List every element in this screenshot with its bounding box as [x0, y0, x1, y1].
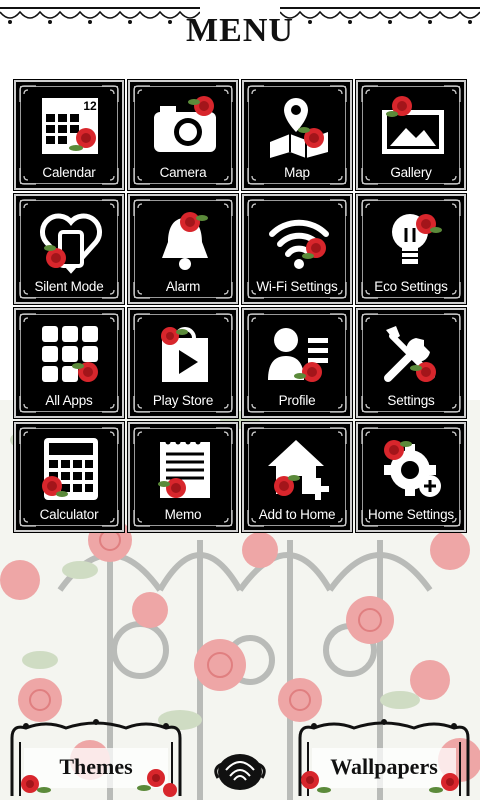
tile-map[interactable]: Map	[241, 79, 353, 191]
corner-ornament	[247, 427, 264, 444]
calendar-day-number: 12	[83, 99, 97, 113]
tile-label: Gallery	[390, 165, 432, 180]
tile-label: Calendar	[42, 165, 96, 180]
page-title: MENU	[186, 12, 294, 49]
tile-profile[interactable]: Profile	[241, 307, 353, 419]
tile-label: Add to Home	[258, 507, 336, 522]
tile-gallery[interactable]: Gallery	[355, 79, 467, 191]
tile-label: Play Store	[152, 393, 214, 408]
tile-camera[interactable]: Camera	[127, 79, 239, 191]
memo-icon	[158, 439, 210, 498]
tile-label: Home Settings	[368, 507, 454, 522]
tile-alarm[interactable]: Alarm	[127, 193, 239, 305]
wallpapers-label: Wallpapers	[330, 754, 438, 779]
map-pin-icon	[270, 98, 328, 158]
tile-label: Alarm	[165, 279, 201, 294]
corner-ornament	[247, 85, 264, 102]
camera-icon	[154, 96, 216, 152]
tile-label: Camera	[159, 165, 207, 180]
tile-label: All Apps	[45, 393, 93, 408]
home-settings-icon	[384, 440, 441, 497]
tile-play-store[interactable]: Play Store	[127, 307, 239, 419]
rose-logo-icon[interactable]	[212, 748, 268, 792]
corner-ornament	[19, 85, 36, 102]
tile-label: Profile	[278, 393, 316, 408]
calendar-icon: 12	[42, 98, 98, 154]
tile-home-settings[interactable]: Home Settings	[355, 421, 467, 533]
corner-ornament	[133, 427, 150, 444]
tile-calendar[interactable]: 12 Calendar	[13, 79, 125, 191]
apps-grid-icon	[42, 326, 98, 382]
profile-icon	[268, 328, 328, 382]
lightbulb-icon	[392, 214, 442, 264]
tile-settings[interactable]: Settings	[355, 307, 467, 419]
tile-silent-mode[interactable]: Silent Mode	[13, 193, 125, 305]
play-store-icon	[161, 327, 208, 382]
corner-ornament	[133, 199, 150, 216]
corner-ornament	[133, 85, 150, 102]
header: MENU	[0, 0, 480, 62]
menu-grid: 12 Calendar Camera Map Gallery Silent Mo…	[13, 79, 467, 533]
themes-label: Themes	[59, 754, 133, 779]
corner-ornament	[19, 427, 36, 444]
tile-label: Memo	[164, 507, 202, 522]
corner-ornament	[361, 199, 378, 216]
calculator-icon	[42, 438, 98, 500]
tools-icon	[384, 326, 436, 382]
tile-label: Wi-Fi Settings	[256, 279, 338, 294]
corner-ornament	[247, 313, 264, 330]
corner-ornament	[361, 427, 378, 444]
themes-button[interactable]: Themes	[6, 718, 186, 798]
corner-ornament	[133, 313, 150, 330]
tile-label: Eco Settings	[374, 279, 448, 294]
tile-label: Settings	[387, 393, 435, 408]
tile-label: Silent Mode	[34, 279, 104, 294]
tile-label: Map	[284, 165, 310, 180]
tile-eco-settings[interactable]: Eco Settings	[355, 193, 467, 305]
wallpapers-button[interactable]: Wallpapers	[294, 718, 474, 798]
bell-icon	[162, 212, 208, 270]
tile-add-to-home[interactable]: Add to Home	[241, 421, 353, 533]
add-home-icon	[268, 440, 329, 500]
corner-ornament	[19, 313, 36, 330]
tile-memo[interactable]: Memo	[127, 421, 239, 533]
tile-wifi-settings[interactable]: Wi-Fi Settings	[241, 193, 353, 305]
tile-all-apps[interactable]: All Apps	[13, 307, 125, 419]
wifi-icon	[269, 219, 329, 269]
corner-ornament	[247, 199, 264, 216]
tile-calculator[interactable]: Calculator	[13, 421, 125, 533]
corner-ornament	[361, 313, 378, 330]
tile-label: Calculator	[39, 507, 99, 522]
corner-ornament	[19, 199, 36, 216]
silent-mode-icon	[40, 213, 102, 274]
corner-ornament	[361, 85, 378, 102]
gallery-icon	[382, 96, 444, 154]
